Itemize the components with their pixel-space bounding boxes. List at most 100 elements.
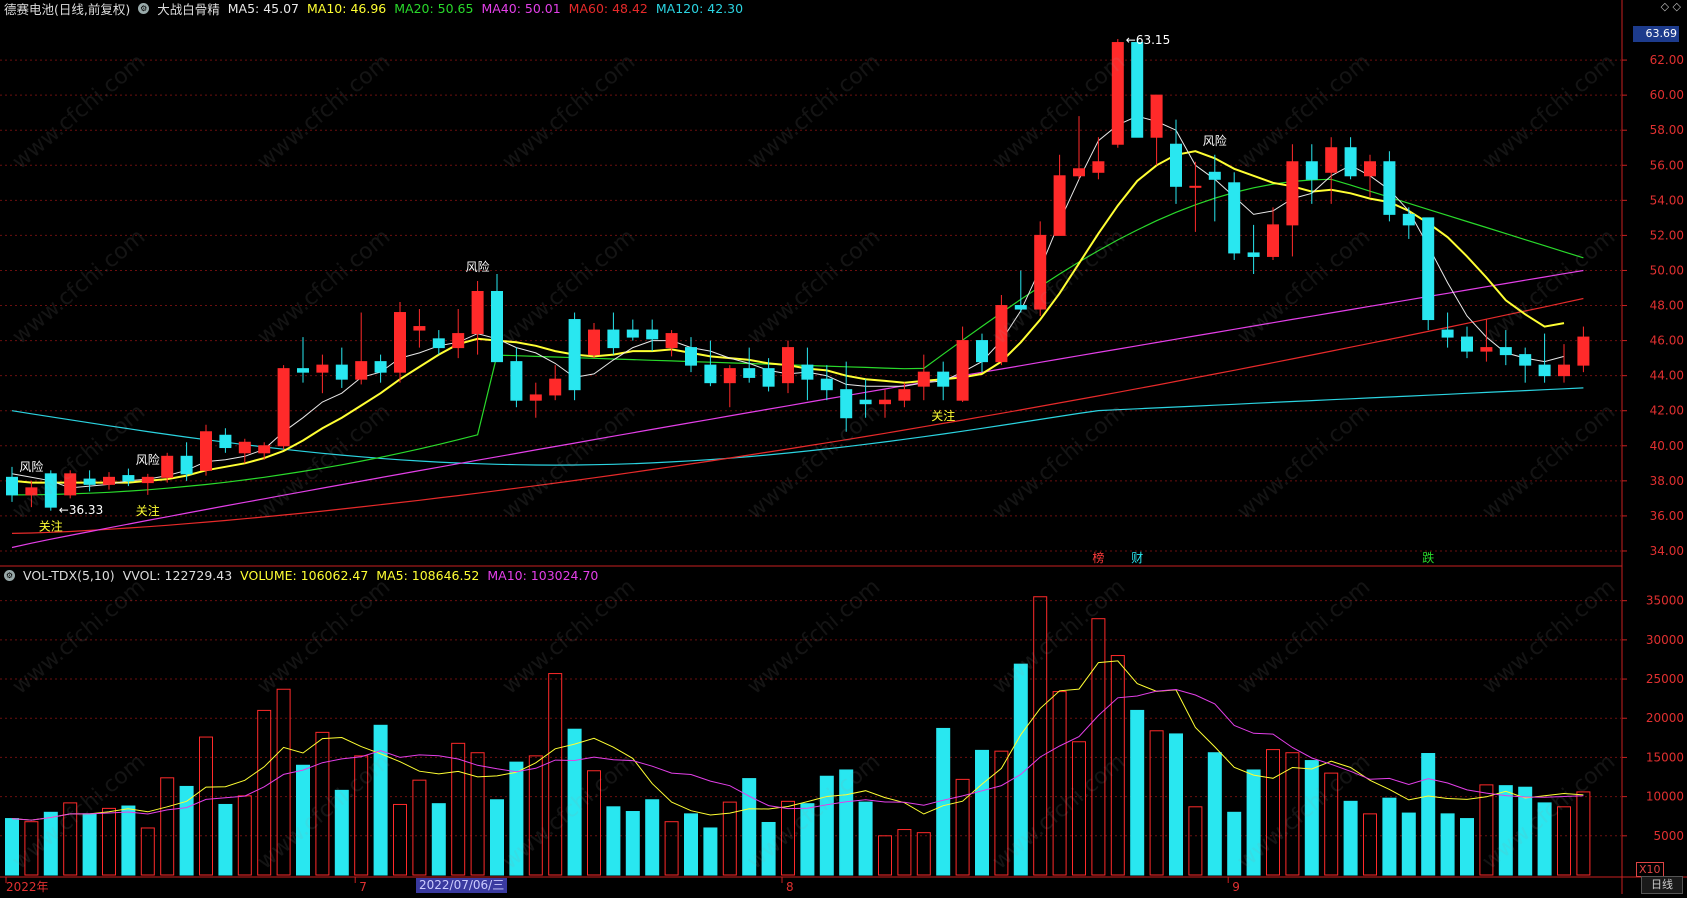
- candle-body: [1208, 171, 1221, 180]
- candle-body: [1538, 364, 1551, 377]
- ma10-value: MA10: 46.96: [307, 0, 387, 16]
- timeframe-button[interactable]: 日线: [1641, 876, 1683, 894]
- candle-body: [161, 455, 174, 478]
- ma5-value: MA5: 45.07: [227, 0, 300, 16]
- price-tick-label: 42.00: [1650, 404, 1684, 418]
- volume-bar: [1401, 812, 1416, 876]
- candle-body: [1422, 217, 1435, 321]
- focus-signal-label: 关注: [39, 519, 63, 534]
- price-tick-label: 44.00: [1650, 369, 1684, 383]
- risk-signal-label: 风险: [136, 452, 160, 467]
- x-tick-label: 7: [359, 880, 367, 894]
- candle-body: [122, 475, 135, 482]
- volume-scale-note: X10: [1636, 862, 1664, 877]
- volume-bar: [703, 827, 718, 876]
- volume-bar: [490, 799, 504, 876]
- candle-body: [1383, 161, 1396, 215]
- candle-body: [665, 333, 678, 349]
- stock-title[interactable]: 德赛电池(日线,前复权): [4, 0, 130, 18]
- candle-body: [103, 476, 115, 485]
- candle-body: [1228, 182, 1241, 254]
- volume-value: VOLUME: 106062.47: [240, 567, 369, 583]
- candle-body: [820, 378, 833, 391]
- candle-body: [529, 394, 542, 401]
- candle-body: [743, 368, 756, 378]
- candle-body: [1170, 143, 1182, 187]
- volume-tick-label: 25000: [1646, 672, 1684, 686]
- candle-body: [1441, 329, 1454, 338]
- volume-bar: [858, 801, 873, 876]
- price-tick-label: 60.00: [1650, 88, 1684, 102]
- focus-signal-label: 关注: [136, 503, 160, 518]
- candle-body: [180, 455, 193, 475]
- candle-body: [685, 347, 697, 366]
- candle-body: [1402, 213, 1415, 226]
- price-tick-label: 40.00: [1650, 439, 1684, 453]
- price-annotation: ←36.33: [59, 503, 103, 517]
- volume-bar: [975, 749, 989, 876]
- settings-icon[interactable]: ⚙: [138, 2, 150, 14]
- candle-body: [956, 340, 969, 401]
- volume-tick-label: 35000: [1646, 594, 1684, 608]
- ma60-value: MA60: 48.42: [568, 0, 648, 16]
- candle-body: [549, 378, 562, 396]
- volume-bar: [1460, 818, 1474, 876]
- candle-body: [1558, 364, 1570, 377]
- candle-body: [394, 312, 406, 373]
- price-annotation: ←63.15: [1126, 33, 1170, 47]
- vvol-value: VVOL: 122729.43: [122, 567, 233, 583]
- candle-body: [1073, 168, 1085, 177]
- candle-body: [1519, 354, 1532, 366]
- candle-body: [452, 333, 465, 349]
- candle-body: [568, 319, 581, 391]
- volume-bar: [645, 799, 660, 876]
- candle-body: [297, 368, 309, 373]
- vol-ma5-value: MA5: 108646.52: [376, 567, 480, 583]
- candle-body: [1150, 94, 1163, 138]
- candle-body: [801, 364, 814, 380]
- volume-tick-label: 20000: [1646, 711, 1684, 725]
- kline-chart[interactable]: 34.00 36.00 38.00 40.00 42.00 44.00 46.00 48.00…: [0, 0, 1687, 894]
- candle-body: [917, 371, 930, 387]
- volume-bar: [1227, 811, 1242, 876]
- latest-price-tag: 63.69: [1633, 26, 1679, 42]
- candle-body: [723, 368, 736, 384]
- volume-bar: [1130, 709, 1145, 876]
- candle-body: [1053, 175, 1066, 236]
- candle-body: [6, 476, 18, 496]
- volume-bar: [1207, 752, 1222, 876]
- candle-body: [762, 368, 775, 387]
- price-tick-label: 62.00: [1650, 53, 1684, 67]
- x-tick-label: 8: [786, 880, 794, 894]
- candle-body: [1325, 147, 1338, 173]
- candle-body: [374, 361, 387, 373]
- candle-body: [1344, 147, 1357, 177]
- chart-stage[interactable]: 34.00 36.00 38.00 40.00 42.00 44.00 46.00 48.00…: [0, 0, 1687, 894]
- volume-bar: [1440, 813, 1455, 876]
- volume-tick-label: 15000: [1646, 750, 1684, 764]
- volume-bar: [218, 803, 233, 876]
- risk-signal-label: 风险: [1203, 133, 1227, 148]
- corner-icons[interactable]: ◇ ◇: [1661, 0, 1681, 13]
- price-tick-label: 36.00: [1650, 509, 1684, 523]
- candle-body: [1189, 185, 1202, 188]
- x-tick-label: 9: [1232, 880, 1240, 894]
- volume-bar: [373, 724, 388, 876]
- volume-bar: [684, 813, 698, 876]
- price-tick-label: 52.00: [1650, 228, 1684, 242]
- indicator-name[interactable]: 大战白骨精: [157, 0, 220, 18]
- candle-body: [879, 399, 891, 405]
- x-tick-label: 2022年: [6, 880, 49, 894]
- candle-body: [335, 364, 348, 380]
- candle-body: [1461, 336, 1473, 352]
- event-tag: 跌: [1422, 550, 1434, 565]
- risk-signal-label: 风险: [19, 459, 43, 474]
- volume-tick-label: 30000: [1646, 633, 1684, 647]
- candle-body: [646, 329, 659, 340]
- vol-indicator-name[interactable]: VOL-TDX(5,10): [23, 568, 115, 583]
- candle-body: [432, 338, 445, 349]
- candle-body: [1092, 161, 1105, 173]
- settings-icon[interactable]: ⚙: [4, 569, 15, 581]
- candle-body: [471, 291, 484, 335]
- candle-body: [413, 326, 426, 331]
